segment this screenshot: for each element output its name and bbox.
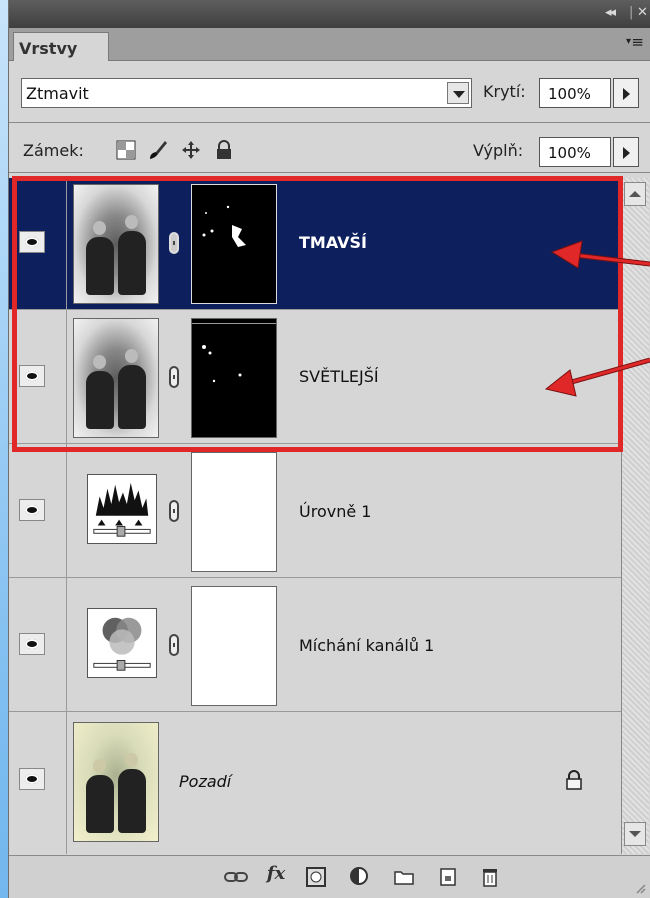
scroll-up-button[interactable] (624, 182, 646, 206)
opacity-field[interactable]: 100% (539, 78, 611, 108)
visibility-cell (9, 712, 67, 854)
layer-mask-thumbnail[interactable] (191, 184, 277, 304)
layer-row-urovne[interactable]: Úrovně 1 (9, 444, 621, 578)
link-icon[interactable] (169, 232, 179, 254)
figure-right-shape (118, 769, 146, 833)
link-icon[interactable] (169, 366, 179, 388)
visibility-cell (9, 178, 67, 309)
opacity-label: Krytí: (483, 82, 526, 101)
layers-scrollbar[interactable] (621, 178, 649, 854)
figure-left-shape (86, 237, 114, 295)
layer-thumbnail[interactable] (73, 184, 159, 304)
tab-layers[interactable]: Vrstvy (13, 32, 109, 61)
mask-specks-icon (202, 205, 246, 247)
chevron-up-icon (629, 191, 641, 197)
layer-row-tmavsi[interactable]: TMAVŠÍ (9, 178, 621, 310)
delete-layer-icon[interactable] (479, 866, 501, 888)
figure-head-shape (125, 215, 138, 229)
collapse-icon[interactable]: ◂◂ (605, 5, 616, 20)
channel-mixer-adjustment-icon[interactable] (87, 608, 157, 678)
lock-position-icon[interactable] (181, 140, 201, 160)
levels-adjustment-icon[interactable] (87, 474, 157, 544)
layer-lock-icon (566, 770, 582, 790)
tab-bar: Vrstvy (9, 28, 650, 61)
layer-mask-thumbnail[interactable] (191, 586, 277, 706)
resize-grip-icon[interactable] (634, 882, 646, 894)
layer-thumbnail[interactable] (73, 722, 159, 842)
layer-row-pozadi[interactable]: Pozadí (9, 712, 621, 854)
figure-head-shape (93, 355, 106, 369)
close-icon[interactable]: ✕ (637, 5, 648, 20)
eye-icon[interactable] (19, 365, 45, 387)
lock-image-pixels-icon[interactable] (148, 140, 168, 160)
adjustment-layer-icon[interactable] (349, 866, 371, 888)
visibility-cell (9, 578, 67, 711)
opacity-slider-button[interactable] (613, 78, 639, 108)
figure-right-shape (118, 231, 146, 295)
chevron-down-icon (629, 831, 641, 837)
add-mask-icon[interactable] (305, 866, 327, 888)
blend-mode-select[interactable]: Ztmavit (21, 78, 472, 108)
link-icon[interactable] (169, 634, 179, 656)
layer-name[interactable]: Míchání kanálů 1 (299, 636, 434, 655)
fx-icon[interactable]: fx (261, 863, 291, 885)
layer-row-michani-kanalu[interactable]: Míchání kanálů 1 (9, 578, 621, 712)
layer-thumbnail[interactable] (73, 318, 159, 438)
panel-menu-icon[interactable] (626, 33, 644, 51)
eye-icon[interactable] (19, 633, 45, 655)
blend-mode-value: Ztmavit (26, 84, 89, 103)
panel-titlebar: ◂◂ | ✕ (9, 0, 650, 28)
fill-field[interactable]: 100% (539, 137, 611, 167)
separator (9, 122, 650, 123)
titlebar-divider: | (629, 5, 634, 20)
scroll-down-button[interactable] (624, 822, 646, 846)
layer-name[interactable]: Úrovně 1 (299, 502, 371, 521)
layer-mask-thumbnail[interactable] (191, 452, 277, 572)
layer-row-svetlejsi[interactable]: SVĚTLEJŠÍ (9, 310, 621, 444)
new-group-icon[interactable] (393, 866, 415, 888)
figure-head-shape (93, 759, 106, 773)
figure-left-shape (86, 775, 114, 833)
lock-label: Zámek: (23, 141, 84, 160)
chevron-down-icon[interactable] (447, 82, 469, 104)
layers-panel: ◂◂ | ✕ Vrstvy Ztmavit Krytí: 100% Zámek:… (8, 0, 650, 898)
eye-icon[interactable] (19, 231, 45, 253)
layer-name[interactable]: TMAVŠÍ (299, 233, 367, 252)
mask-specks-icon (192, 323, 276, 383)
layer-name[interactable]: Pozadí (179, 772, 231, 791)
layers-bottom-toolbar: fx (9, 855, 650, 898)
new-layer-icon[interactable] (437, 866, 459, 888)
eye-icon[interactable] (19, 768, 45, 790)
layer-name[interactable]: SVĚTLEJŠÍ (299, 367, 379, 386)
link-layers-icon[interactable] (223, 866, 249, 888)
separator (9, 172, 650, 173)
fill-slider-button[interactable] (613, 137, 639, 167)
figure-head-shape (93, 221, 106, 235)
link-icon[interactable] (169, 500, 179, 522)
eye-icon[interactable] (19, 499, 45, 521)
figure-head-shape (125, 349, 138, 363)
layer-mask-thumbnail[interactable] (191, 318, 277, 438)
lock-all-icon[interactable] (214, 140, 234, 160)
figure-right-shape (118, 365, 146, 429)
figure-left-shape (86, 371, 114, 429)
lock-transparency-icon[interactable] (116, 140, 136, 160)
figure-head-shape (125, 753, 138, 767)
visibility-cell (9, 310, 67, 443)
visibility-cell (9, 444, 67, 577)
fill-label: Výplň: (473, 141, 524, 160)
layers-list: TMAVŠÍ SVĚTLEJŠÍ Úrovně 1 Míchání kanálů… (9, 178, 621, 854)
